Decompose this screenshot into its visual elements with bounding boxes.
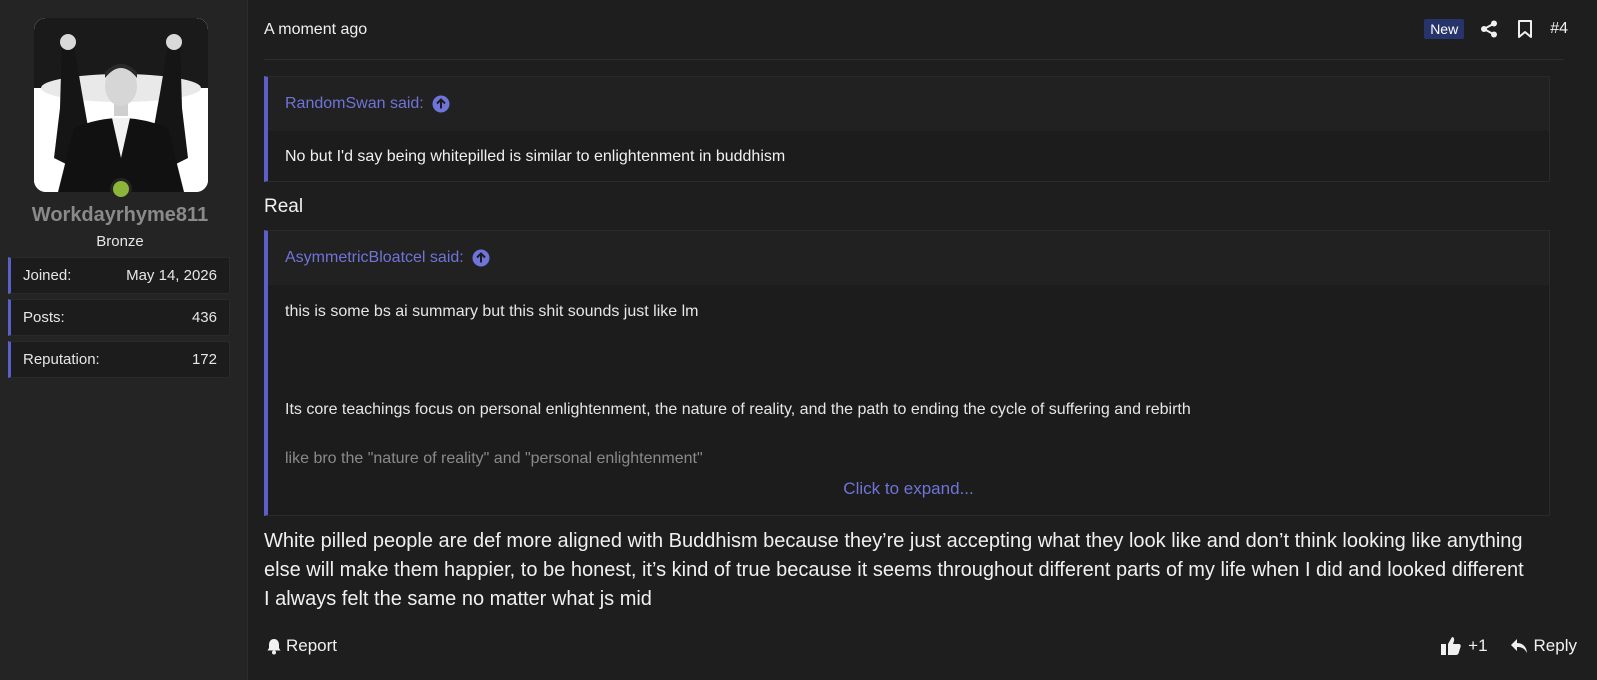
quote-content: No but I'd say being whitepilled is simi… bbox=[285, 148, 786, 165]
post-content: A moment ago New #4 RandomSwan said: No … bbox=[248, 0, 1597, 680]
reply-button[interactable]: Reply bbox=[1510, 636, 1577, 656]
stat-posts: Posts: 436 bbox=[8, 299, 230, 336]
user-sidebar: Workdayrhyme811 Bronze Joined: May 14, 2… bbox=[0, 0, 248, 680]
thumbs-up-icon bbox=[1441, 637, 1461, 655]
go-to-quote-icon[interactable] bbox=[472, 249, 490, 267]
user-rank: Bronze bbox=[96, 233, 144, 250]
sidebar-pointer bbox=[248, 38, 258, 58]
forum-post: Workdayrhyme811 Bronze Joined: May 14, 2… bbox=[0, 0, 1597, 680]
stat-value: 172 bbox=[191, 351, 217, 368]
stat-label: Joined: bbox=[23, 267, 72, 284]
reply-line: Real bbox=[264, 196, 304, 217]
quote-block: AsymmetricBloatcel said: this is some bs… bbox=[264, 230, 1550, 516]
reply-label[interactable]: Reply bbox=[1534, 636, 1577, 656]
quote-block: RandomSwan said: No but I'd say being wh… bbox=[264, 76, 1550, 182]
post-footer-actions: +1 Reply bbox=[1440, 636, 1577, 656]
click-to-expand-link[interactable]: Click to expand... bbox=[268, 479, 1549, 499]
avatar[interactable] bbox=[34, 18, 208, 200]
bookmark-icon[interactable] bbox=[1514, 18, 1536, 40]
share-icon[interactable] bbox=[1478, 18, 1500, 40]
stat-reputation: Reputation: 172 bbox=[8, 341, 230, 378]
quote-line: this is some bs ai summary but this shit… bbox=[285, 303, 699, 320]
online-status-indicator bbox=[110, 178, 132, 200]
stat-label: Posts: bbox=[23, 309, 65, 326]
quote-line: Its core teachings focus on personal enl… bbox=[285, 401, 1191, 418]
stat-joined: Joined: May 14, 2026 bbox=[8, 257, 230, 294]
user-stats: Joined: May 14, 2026 Posts: 436 Reputati… bbox=[8, 257, 230, 383]
quote-header[interactable]: RandomSwan said: bbox=[268, 77, 1549, 131]
post-number-link[interactable]: #4 bbox=[1550, 20, 1568, 38]
report-button[interactable]: Report bbox=[266, 636, 337, 656]
username[interactable]: Workdayrhyme811 bbox=[0, 204, 240, 227]
quote-author[interactable]: RandomSwan said: bbox=[285, 95, 424, 113]
quote-header[interactable]: AsymmetricBloatcel said: bbox=[268, 231, 1549, 285]
report-label[interactable]: Report bbox=[286, 636, 337, 656]
post-body-text: White pilled people are def more aligned… bbox=[264, 530, 1524, 610]
post-actions: New #4 bbox=[1424, 18, 1568, 40]
stat-label: Reputation: bbox=[23, 351, 100, 368]
bell-icon bbox=[267, 638, 281, 654]
like-button[interactable]: +1 bbox=[1440, 636, 1488, 656]
avatar-image[interactable] bbox=[34, 18, 208, 192]
like-count[interactable]: +1 bbox=[1468, 636, 1487, 656]
stat-value: May 14, 2026 bbox=[126, 267, 217, 284]
post-timestamp[interactable]: A moment ago bbox=[264, 21, 367, 39]
quote-line-faded: like bro the "nature of reality" and "pe… bbox=[285, 450, 703, 467]
new-badge: New bbox=[1424, 19, 1465, 39]
stat-value: 436 bbox=[191, 309, 217, 326]
reply-arrow-icon bbox=[1510, 639, 1527, 653]
avatar-photo-icon bbox=[34, 18, 208, 192]
go-to-quote-icon[interactable] bbox=[432, 95, 450, 113]
post-meta: A moment ago New #4 bbox=[264, 0, 1568, 60]
quote-author[interactable]: AsymmetricBloatcel said: bbox=[285, 249, 464, 267]
